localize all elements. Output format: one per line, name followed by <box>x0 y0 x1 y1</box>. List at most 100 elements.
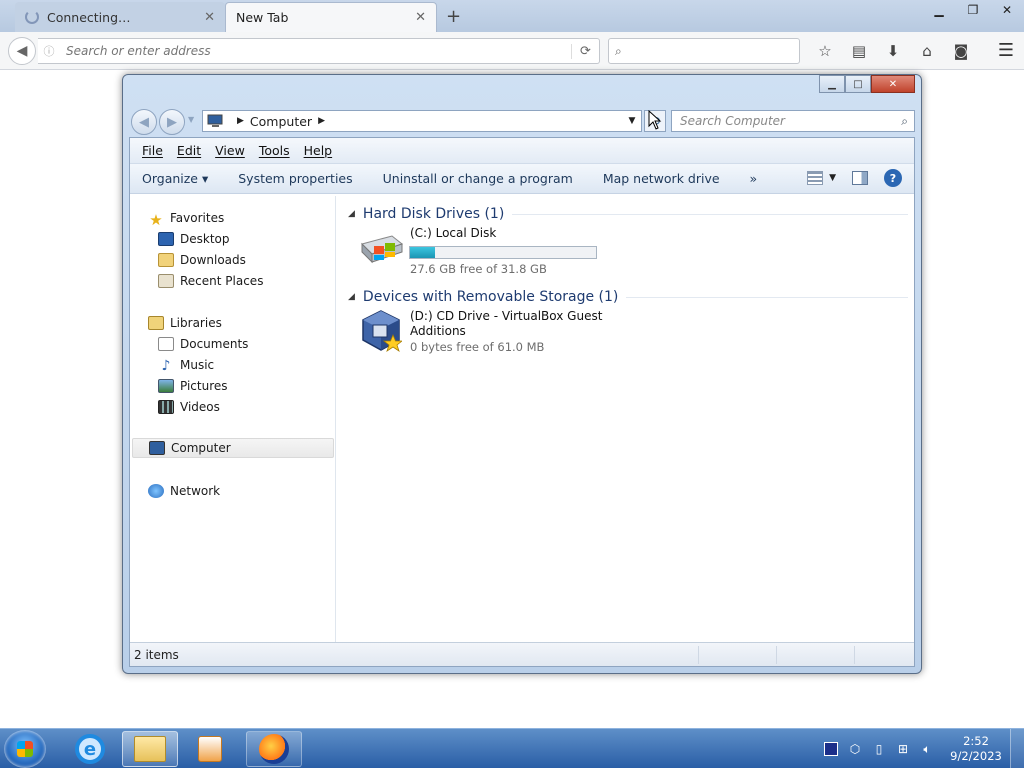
drive-d-cd-drive[interactable]: (D:) CD Drive - VirtualBox Guest Additio… <box>358 309 658 359</box>
firefox-icon <box>259 734 289 764</box>
info-icon[interactable]: ⓘ <box>38 43 60 59</box>
close-icon[interactable]: ✕ <box>871 75 915 93</box>
nav-label: Videos <box>180 400 220 414</box>
bookmark-star-icon[interactable]: ☆ <box>808 38 842 64</box>
disk-usage-fill <box>410 247 435 258</box>
volume-icon[interactable]: 🔈︎ <box>920 742 934 756</box>
nav-label: Libraries <box>170 316 222 330</box>
browser-search-box[interactable]: ⌕ <box>608 38 800 64</box>
close-tab-icon[interactable]: ✕ <box>204 10 215 25</box>
nav-recent-places[interactable]: Recent Places <box>158 271 263 291</box>
minimize-icon[interactable]: ▁ <box>922 0 956 20</box>
group-header-removable-storage[interactable]: ◢ Devices with Removable Storage (1) <box>348 289 908 305</box>
taskbar-firefox[interactable] <box>246 731 302 767</box>
network-tray-icon[interactable]: ⊞ <box>896 742 910 756</box>
close-icon[interactable]: ✕ <box>990 0 1024 20</box>
nav-label: Favorites <box>170 211 225 225</box>
clock-date: 9/2/2023 <box>950 749 1002 763</box>
tab-new-tab[interactable]: New Tab ✕ <box>225 2 437 32</box>
nav-desktop[interactable]: Desktop <box>158 229 230 249</box>
menu-tools[interactable]: Tools <box>259 143 290 158</box>
close-tab-icon[interactable]: ✕ <box>415 10 426 25</box>
back-icon[interactable]: ◀ <box>131 109 157 135</box>
collapse-triangle-icon[interactable]: ◢ <box>348 292 355 302</box>
maximize-icon[interactable]: □ <box>845 75 871 93</box>
language-flag-icon[interactable] <box>824 742 838 756</box>
document-icon[interactable]: ▯ <box>872 742 886 756</box>
back-arrow-icon[interactable]: ◀ <box>8 37 36 65</box>
help-icon[interactable]: ? <box>884 169 902 187</box>
bookmarks-menu-icon[interactable]: ▤ <box>842 38 876 64</box>
nav-music[interactable]: ♪ Music <box>158 355 215 375</box>
breadcrumb-computer[interactable]: Computer <box>250 114 312 129</box>
explorer-address-bar[interactable]: ▶ Computer ▶ ▼ <box>202 110 642 132</box>
tab-connecting[interactable]: Connecting… ✕ <box>15 2 225 32</box>
folder-icon <box>134 736 166 762</box>
map-network-drive-button[interactable]: Map network drive <box>603 171 720 186</box>
box-icon[interactable]: ⬡ <box>848 742 862 756</box>
pocket-icon[interactable]: ◙ <box>944 38 978 64</box>
item-count: 2 items <box>134 647 179 662</box>
address-bar[interactable]: ⓘ ⟳ <box>38 38 600 64</box>
toolbar-icons: ☆ ▤ ⬇ ⌂ ◙ <box>808 38 978 64</box>
group-divider <box>626 296 908 298</box>
address-dropdown-icon[interactable]: ▼ <box>623 116 641 126</box>
start-button[interactable] <box>4 730 46 768</box>
preview-pane-icon[interactable] <box>852 171 868 185</box>
nav-label: Pictures <box>180 379 228 393</box>
menu-help[interactable]: Help <box>304 143 333 158</box>
menu-file[interactable]: File <box>142 143 163 158</box>
nav-favorites[interactable]: ★ Favorites <box>148 208 225 229</box>
nav-libraries[interactable]: Libraries <box>148 313 222 333</box>
taskbar-media-player[interactable] <box>182 731 238 767</box>
new-tab-plus-icon[interactable]: + <box>446 6 461 27</box>
taskbar-windows-explorer[interactable] <box>122 731 178 767</box>
menu-edit[interactable]: Edit <box>177 143 201 158</box>
breadcrumb-arrow-icon[interactable]: ▶ <box>237 116 244 126</box>
clock-time: 2:52 <box>963 734 989 748</box>
collapse-triangle-icon[interactable]: ◢ <box>348 209 355 219</box>
change-view-icon[interactable] <box>807 171 824 185</box>
forward-icon[interactable]: ▶ <box>159 109 185 135</box>
taskbar: e ⬡ ▯ ⊞ 🔈︎ 2:52 9/2/2023 <box>0 728 1024 768</box>
nav-label: Recent Places <box>180 274 264 288</box>
menu-view[interactable]: View <box>215 143 245 158</box>
recent-places-icon <box>158 274 174 288</box>
nav-videos[interactable]: Videos <box>158 397 220 417</box>
libraries-icon <box>148 316 164 330</box>
nav-downloads[interactable]: Downloads <box>158 250 246 270</box>
reload-icon[interactable]: ⟳ <box>571 43 599 59</box>
nav-computer[interactable]: Computer <box>132 438 334 458</box>
disk-usage-bar <box>409 246 597 259</box>
desktop-icon <box>158 232 174 246</box>
show-desktop-button[interactable] <box>1010 729 1024 768</box>
drive-c-local-disk[interactable]: (C:) Local Disk 27.6 GB free of 31.8 GB <box>358 226 658 276</box>
breadcrumb-arrow-icon[interactable]: ▶ <box>318 116 325 126</box>
search-icon: ⌕ <box>901 113 908 128</box>
minimize-icon[interactable]: ▁ <box>819 75 845 93</box>
organize-button[interactable]: Organize ▾ <box>142 171 208 186</box>
group-divider <box>512 213 908 215</box>
view-dropdown-icon[interactable]: ▼ <box>829 173 836 183</box>
system-properties-button[interactable]: System properties <box>238 171 352 186</box>
nav-pictures[interactable]: Pictures <box>158 376 228 396</box>
nav-network[interactable]: Network <box>148 481 220 501</box>
music-note-icon: ♪ <box>161 358 171 374</box>
taskbar-internet-explorer[interactable]: e <box>62 731 118 767</box>
explorer-window-controls: ▁ □ ✕ <box>819 75 915 93</box>
menu-bar: File Edit View Tools Help <box>130 138 914 164</box>
explorer-search-box[interactable]: Search Computer ⌕ <box>671 110 915 132</box>
recent-pages-chevron-icon[interactable]: ▼ <box>188 115 194 124</box>
clock[interactable]: 2:52 9/2/2023 <box>946 734 1006 764</box>
more-commands-button[interactable]: » <box>750 171 758 186</box>
drive-label: (C:) Local Disk <box>410 226 497 240</box>
restore-icon[interactable]: ❐ <box>956 0 990 20</box>
downloads-icon[interactable]: ⬇ <box>876 38 910 64</box>
home-icon[interactable]: ⌂ <box>910 38 944 64</box>
nav-documents[interactable]: Documents <box>158 334 248 354</box>
search-placeholder: Search Computer <box>680 114 785 128</box>
uninstall-program-button[interactable]: Uninstall or change a program <box>383 171 573 186</box>
group-header-hard-disk-drives[interactable]: ◢ Hard Disk Drives (1) <box>348 206 908 222</box>
address-input[interactable] <box>60 44 571 58</box>
hamburger-menu-icon[interactable]: ☰ <box>998 40 1014 61</box>
